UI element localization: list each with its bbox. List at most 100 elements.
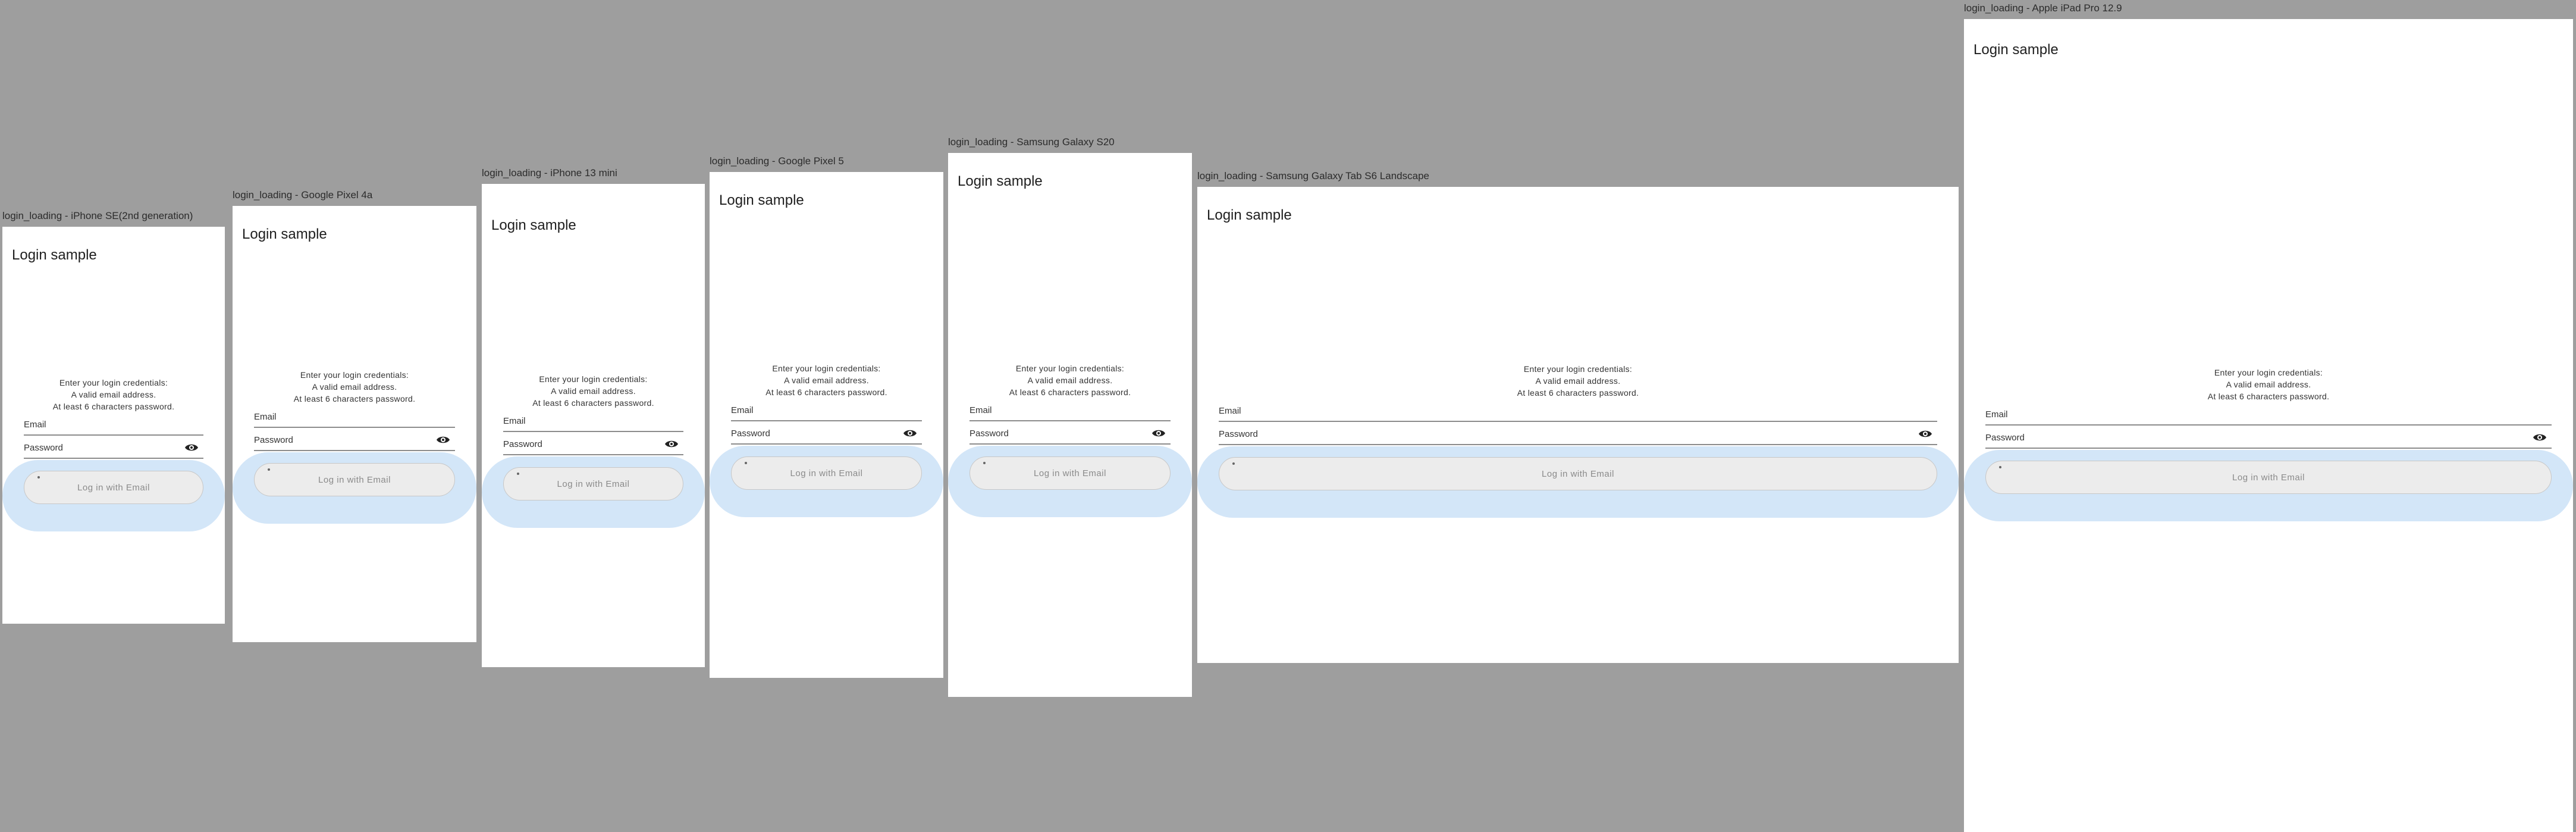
device-label: login_loading - Google Pixel 5	[710, 155, 844, 167]
email-field[interactable]: Email	[1219, 405, 1937, 422]
app-screen: Login sample Enter your login credential…	[233, 206, 476, 642]
login-with-email-button[interactable]: Log in with Email	[24, 471, 203, 504]
eye-icon[interactable]	[664, 439, 679, 449]
hint-line: At least 6 characters password.	[293, 394, 416, 404]
login-with-email-button[interactable]: Log in with Email	[1219, 457, 1937, 490]
app-title: Login sample	[1973, 42, 2059, 58]
loading-overlay: Log in with Email	[1964, 450, 2573, 521]
password-field[interactable]: Password	[254, 434, 455, 451]
login-button-label: Log in with Email	[1542, 468, 1614, 479]
loading-overlay: Log in with Email	[2, 460, 225, 531]
login-form: Enter your login credentials: A valid em…	[1964, 367, 2573, 521]
password-field[interactable]: Password	[731, 427, 922, 445]
credentials-hint: Enter your login credentials: A valid em…	[969, 362, 1171, 398]
hint-line: A valid email address.	[1535, 376, 1621, 386]
login-with-email-button[interactable]: Log in with Email	[254, 463, 455, 496]
hint-line: Enter your login credentials:	[300, 370, 409, 380]
login-with-email-button[interactable]: Log in with Email	[731, 456, 922, 490]
hint-line: A valid email address.	[312, 382, 397, 392]
loading-overlay: Log in with Email	[948, 446, 1192, 517]
hint-line: At least 6 characters password.	[1517, 388, 1639, 398]
password-field-label: Password	[254, 435, 293, 445]
eye-icon[interactable]	[2533, 433, 2547, 442]
eye-icon[interactable]	[1151, 428, 1166, 438]
app-title: Login sample	[1207, 207, 1292, 223]
email-field[interactable]: Email	[503, 415, 683, 432]
login-form: Enter your login credentials: A valid em…	[482, 373, 705, 528]
eye-icon[interactable]	[184, 443, 199, 452]
email-field[interactable]: Email	[1985, 408, 2552, 426]
password-field-label: Password	[1219, 429, 1258, 439]
loading-spinner-icon	[517, 473, 519, 475]
app-screen: Login sample Enter your login credential…	[948, 153, 1192, 697]
credentials-hint: Enter your login credentials: A valid em…	[24, 377, 203, 412]
login-with-email-button[interactable]: Log in with Email	[1985, 461, 2552, 494]
password-field-label: Password	[731, 428, 770, 439]
app-screen: Login sample Enter your login credential…	[1197, 187, 1959, 663]
login-button-label: Log in with Email	[1034, 468, 1106, 478]
email-field[interactable]: Email	[969, 404, 1171, 421]
email-field-label: Email	[24, 420, 46, 430]
login-form: Enter your login credentials: A valid em…	[1197, 363, 1959, 518]
loading-spinner-icon	[983, 462, 986, 464]
hint-line: At least 6 characters password.	[2207, 392, 2330, 401]
app-screen: Login sample Enter your login credential…	[482, 184, 705, 667]
email-field-label: Email	[731, 405, 754, 415]
device-label: login_loading - Samsung Galaxy Tab S6 La…	[1197, 170, 1430, 182]
hint-line: At least 6 characters password.	[1009, 387, 1131, 397]
email-field[interactable]: Email	[24, 418, 203, 436]
device-label: login_loading - iPhone SE(2nd generation…	[2, 210, 193, 221]
device-label: login_loading - Google Pixel 4a	[233, 189, 373, 201]
device-frame-iphone-13-mini: login_loading - iPhone 13 mini Login sam…	[482, 167, 705, 667]
hint-line: A valid email address.	[784, 376, 869, 385]
app-title: Login sample	[12, 247, 97, 263]
hint-line: A valid email address.	[71, 390, 156, 399]
hint-line: A valid email address.	[551, 386, 636, 396]
loading-overlay: Log in with Email	[1197, 446, 1959, 518]
eye-icon[interactable]	[1918, 429, 1932, 439]
password-field[interactable]: Password	[503, 438, 683, 455]
password-field[interactable]: Password	[969, 427, 1171, 445]
app-title: Login sample	[491, 217, 576, 233]
eye-icon[interactable]	[903, 428, 917, 438]
login-button-label: Log in with Email	[77, 482, 150, 493]
device-label: login_loading - Apple iPad Pro 12.9	[1964, 2, 2122, 14]
login-button-label: Log in with Email	[2232, 472, 2305, 483]
password-field[interactable]: Password	[1985, 431, 2552, 449]
app-title: Login sample	[242, 226, 327, 242]
login-with-email-button[interactable]: Log in with Email	[969, 456, 1171, 490]
password-field-label: Password	[503, 439, 542, 449]
password-field-label: Password	[1985, 433, 2025, 443]
login-button-label: Log in with Email	[790, 468, 863, 478]
password-field[interactable]: Password	[1219, 428, 1937, 445]
email-field-label: Email	[969, 405, 992, 415]
app-screen: Login sample Enter your login credential…	[710, 172, 943, 678]
loading-overlay: Log in with Email	[482, 456, 705, 528]
login-with-email-button[interactable]: Log in with Email	[503, 467, 683, 501]
eye-icon[interactable]	[436, 435, 450, 445]
app-title: Login sample	[719, 192, 804, 208]
app-screen: Login sample Enter your login credential…	[2, 227, 225, 624]
email-field[interactable]: Email	[254, 411, 455, 428]
hint-line: Enter your login credentials:	[772, 364, 881, 373]
credentials-hint: Enter your login credentials: A valid em…	[731, 362, 922, 398]
email-field[interactable]: Email	[731, 404, 922, 421]
hint-line: Enter your login credentials:	[1015, 364, 1125, 373]
hint-line: A valid email address.	[2226, 380, 2311, 389]
credentials-hint: Enter your login credentials: A valid em…	[254, 369, 455, 405]
hint-line: Enter your login credentials:	[59, 378, 168, 387]
device-frame-pixel-5: login_loading - Google Pixel 5 Login sam…	[710, 155, 943, 678]
login-button-label: Log in with Email	[318, 474, 391, 485]
credentials-hint: Enter your login credentials: A valid em…	[1219, 363, 1937, 399]
password-field-label: Password	[969, 428, 1009, 439]
login-form: Enter your login credentials: A valid em…	[710, 362, 943, 517]
email-field-label: Email	[1985, 409, 2008, 420]
credentials-hint: Enter your login credentials: A valid em…	[1985, 367, 2552, 402]
loading-overlay: Log in with Email	[233, 452, 476, 524]
hint-line: At least 6 characters password.	[52, 402, 175, 411]
login-form: Enter your login credentials: A valid em…	[2, 377, 225, 531]
device-frame-galaxy-tab-s6: login_loading - Samsung Galaxy Tab S6 La…	[1197, 170, 1959, 663]
password-field[interactable]: Password	[24, 442, 203, 459]
loading-spinner-icon	[745, 462, 747, 464]
device-label: login_loading - Samsung Galaxy S20	[948, 136, 1115, 148]
